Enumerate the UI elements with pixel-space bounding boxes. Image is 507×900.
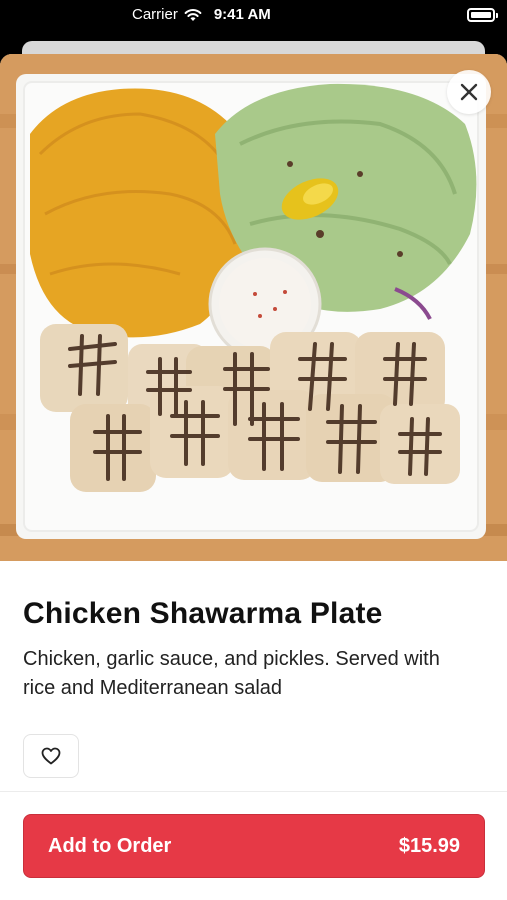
clock-time: 9:41 AM	[213, 6, 271, 23]
status-bar: Carrier 9:41 AM	[0, 0, 507, 32]
price-label: $15.99	[398, 834, 460, 857]
item-title: Chicken Shawarma Plate	[23, 597, 383, 630]
heart-icon	[41, 747, 61, 765]
item-description: Chicken, garlic sauce, and pickles. Serv…	[23, 648, 440, 699]
item-detail-sheet: Chicken Shawarma Plate Chicken, garlic s…	[0, 54, 507, 900]
battery-icon	[467, 8, 498, 22]
carrier-label: Carrier	[132, 6, 178, 23]
add-to-order-label: Add to Order	[48, 834, 172, 857]
food-photo	[0, 54, 507, 561]
close-icon	[460, 83, 478, 101]
app-screen: Carrier 9:41 AM Chicken Shawarma Plate C…	[0, 0, 507, 900]
divider	[0, 791, 507, 792]
wifi-icon	[184, 8, 202, 22]
add-to-order-button[interactable]: Add to Order $15.99	[23, 814, 485, 878]
close-button[interactable]	[447, 70, 491, 114]
status-left: Carrier 9:41 AM	[132, 6, 271, 23]
favorite-button[interactable]	[23, 734, 79, 778]
